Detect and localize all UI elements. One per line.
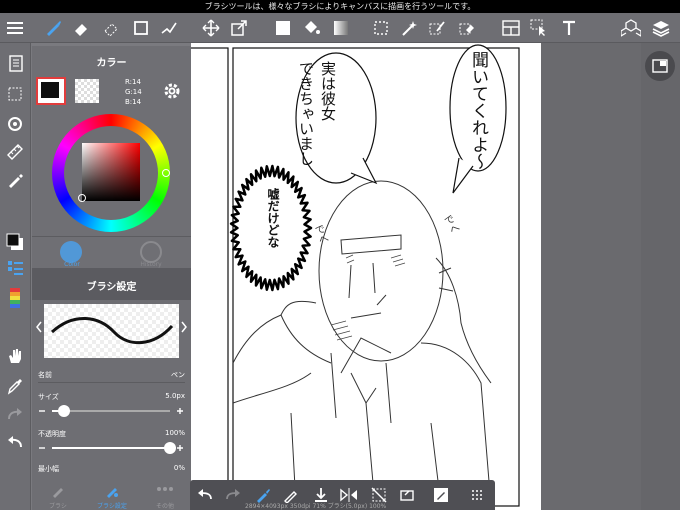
opacity-slider[interactable]: [52, 442, 176, 454]
brush-size-value: 5.0px: [165, 392, 185, 400]
navigator-icon: [652, 59, 668, 73]
right-column: [641, 43, 680, 510]
canvas-background-area: [541, 43, 641, 510]
brush-next-chevron-icon[interactable]: [179, 320, 189, 334]
layer-list-icon[interactable]: [4, 257, 26, 279]
select-area-icon[interactable]: [4, 83, 26, 105]
brush-settings-panel: ブラシ設定 名前 ペン サイズ 5.0px 不透明度 100% 最小幅 0% ブ…: [32, 268, 191, 510]
rgb-r: R:14: [125, 78, 141, 86]
left-tool-column: [0, 43, 31, 510]
brush-stroke-preview: [44, 304, 179, 358]
rgb-b: B:14: [125, 98, 142, 106]
menu-icon[interactable]: [4, 17, 26, 39]
brush-tab-label: ブラシ: [49, 503, 67, 510]
undo-icon[interactable]: [4, 431, 26, 453]
brush-min-width-label: 最小幅: [38, 465, 59, 473]
main-color-box[interactable]: [36, 77, 66, 105]
bubble-middle-text-1: 実は彼女: [319, 61, 337, 121]
main-color-swatch[interactable]: [4, 231, 26, 253]
canvas-status-text: 2894×4093px 350dpi 71% ブラシ(5.0px) 100%: [245, 503, 387, 510]
pages-icon[interactable]: [4, 53, 26, 75]
more-tab-label: その他: [155, 503, 174, 510]
brush-panel-title: ブラシ設定: [86, 282, 137, 293]
history-tab-label: History: [140, 261, 162, 268]
bottom-redo-icon[interactable]: [222, 484, 244, 506]
brush-tool-icon[interactable]: [42, 17, 64, 39]
size-slider[interactable]: [52, 405, 170, 417]
color-panel: カラー R:14 G:14 B:14 Color History: [32, 46, 191, 268]
brush-min-width-value: 0%: [173, 464, 185, 472]
bottom-undo-icon[interactable]: [194, 484, 216, 506]
text-tool-icon[interactable]: [558, 17, 580, 39]
dot-eraser-icon[interactable]: [100, 17, 122, 39]
history-tab-icon[interactable]: [140, 241, 162, 263]
size-minus-icon[interactable]: [38, 407, 48, 417]
color-tab-icon[interactable]: [60, 241, 82, 263]
brush-settings-tab-icon[interactable]: [104, 484, 120, 498]
brush-panel-header: ブラシ設定: [32, 268, 191, 300]
status-hint: ブラシツールは、様々なブラシによりキャンバスに描画を行うツールです。: [204, 2, 476, 11]
rgb-g: G:14: [125, 88, 142, 96]
color-tabs: Color History: [32, 236, 191, 268]
transform-tool-icon[interactable]: [228, 17, 250, 39]
eyedropper-icon[interactable]: [4, 375, 26, 397]
bubble-right-text: 聞いてくれよ〜: [468, 51, 488, 170]
more-tab-icon[interactable]: [156, 486, 174, 496]
material-icon[interactable]: [620, 17, 642, 39]
saturation-value-square[interactable]: [78, 143, 140, 202]
brush-prev-chevron-icon[interactable]: [34, 320, 44, 334]
ruler-icon[interactable]: [4, 141, 26, 163]
bucket-tool-icon[interactable]: [300, 17, 322, 39]
color-panel-title: カラー: [96, 58, 127, 69]
magic-wand-icon[interactable]: [398, 17, 420, 39]
select-pen-icon[interactable]: [426, 17, 448, 39]
color-tab-label: Color: [64, 261, 80, 268]
color-settings-gear-icon[interactable]: [163, 82, 181, 100]
brush-name-value: ペン: [171, 371, 185, 379]
select-eraser-icon[interactable]: [456, 17, 478, 39]
brush-opacity-label: 不透明度: [38, 430, 66, 438]
eraser-tool-icon[interactable]: [70, 17, 92, 39]
select-rect-icon[interactable]: [370, 17, 392, 39]
brush-bottom-tabs: ブラシ ブラシ設定 その他: [32, 482, 191, 510]
pen-lasso-icon[interactable]: [158, 17, 180, 39]
brush-settings-tab-label: ブラシ設定: [97, 503, 127, 510]
navigator-button[interactable]: [645, 51, 675, 81]
top-toolbar: [0, 13, 680, 43]
palette-icon[interactable]: [4, 287, 26, 309]
brush-opacity-value: 100%: [164, 429, 185, 437]
sub-color-box[interactable]: [75, 79, 99, 103]
bubble-middle-text-2: できちゃいまし: [297, 61, 315, 166]
brush-name-label: 名前: [38, 371, 52, 379]
operation-tool-icon[interactable]: [528, 17, 550, 39]
snap-pen-icon[interactable]: [4, 169, 26, 191]
status-bar: ブラシツールは、様々なブラシによりキャンバスに描画を行うツールです。: [0, 0, 680, 13]
burst-text: 嘘だけどな: [266, 188, 280, 248]
canvas-drawing: [191, 44, 520, 510]
move-tool-icon[interactable]: [200, 17, 222, 39]
gradient-tool-icon[interactable]: [330, 17, 352, 39]
bottom-toolbar: 2894×4093px 350dpi 71% ブラシ(5.0px) 100%: [190, 480, 495, 510]
opacity-minus-icon[interactable]: [38, 444, 48, 454]
redo-icon[interactable]: [4, 403, 26, 425]
frame-divide-icon[interactable]: [500, 17, 522, 39]
brush-tab-icon[interactable]: [50, 484, 66, 498]
size-plus-icon[interactable]: [176, 407, 186, 417]
fill-rect-icon[interactable]: [272, 17, 294, 39]
canvas-page[interactable]: 聞いてくれよ〜 実は彼女 できちゃいまし 嘘だけどな でへ でへ: [191, 43, 541, 510]
layers-icon[interactable]: [650, 17, 672, 39]
rotate-icon[interactable]: [4, 113, 26, 135]
opacity-plus-icon[interactable]: [176, 444, 186, 454]
brush-size-label: サイズ: [38, 393, 59, 401]
hand-tool-icon[interactable]: [4, 345, 26, 367]
shape-tool-icon[interactable]: [130, 17, 152, 39]
